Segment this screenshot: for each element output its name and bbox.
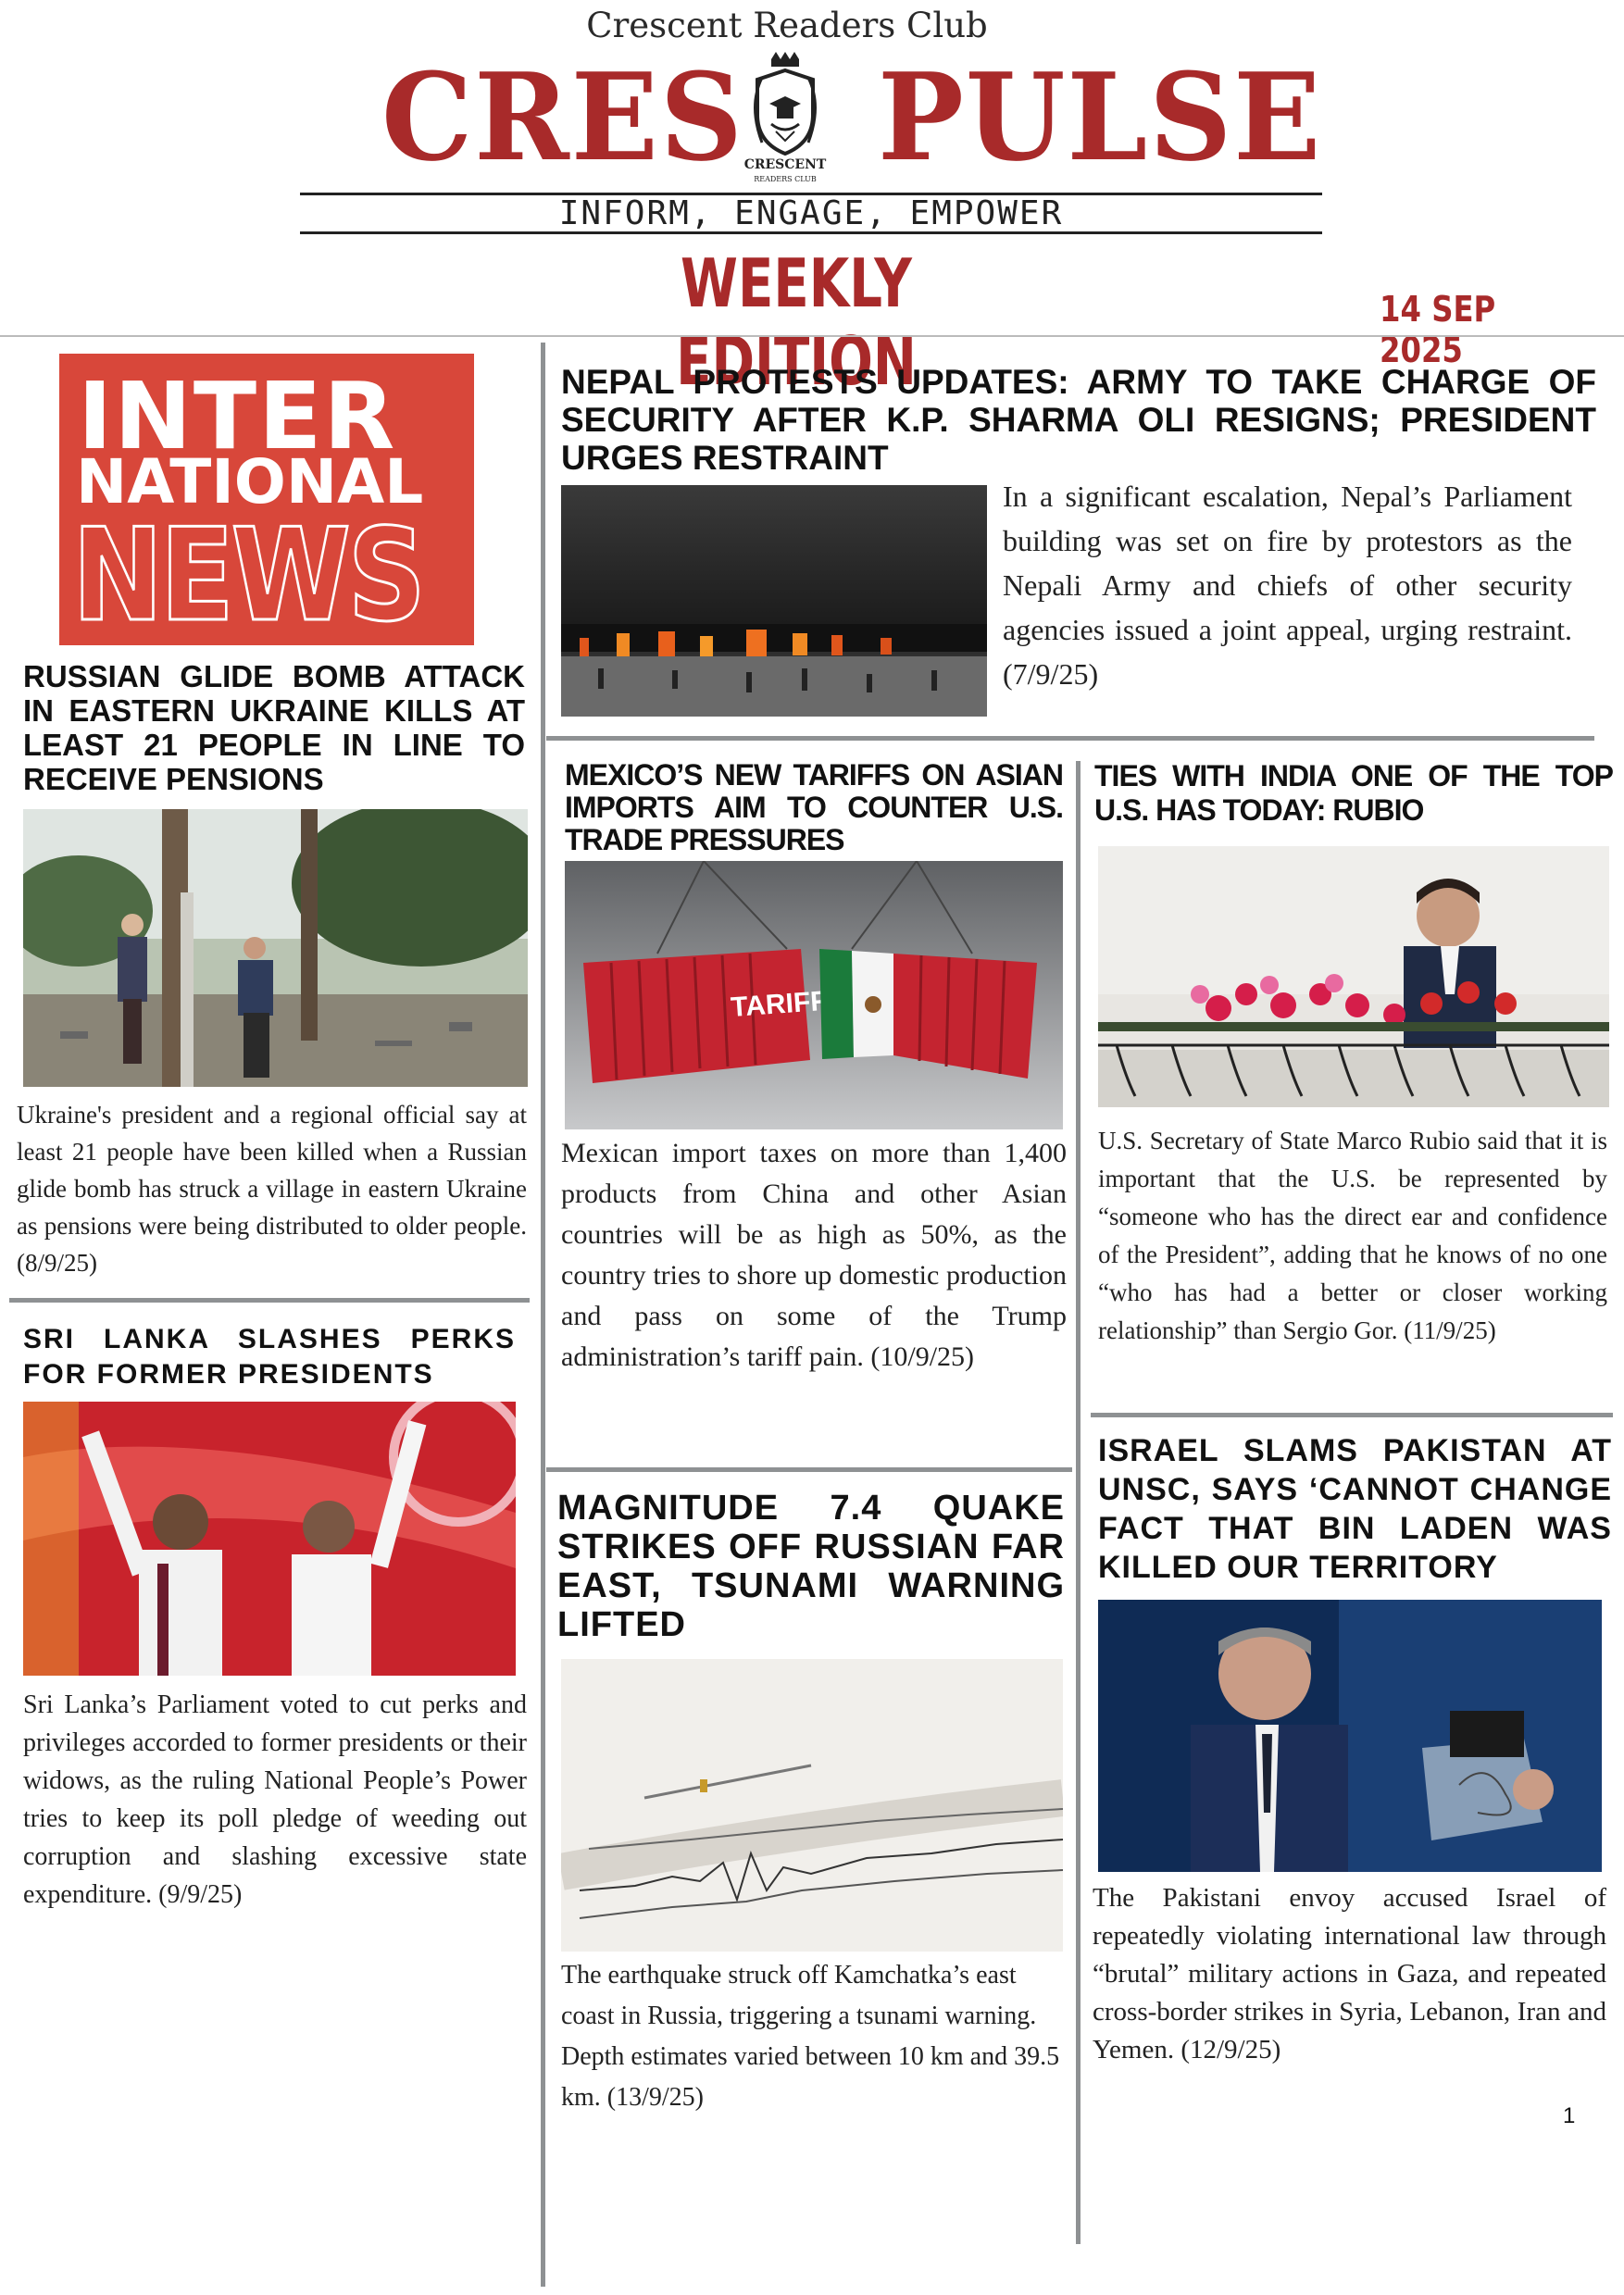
divider-below-ukraine	[9, 1298, 530, 1303]
ukraine-body: Ukraine's president and a regional offic…	[17, 1101, 527, 1277]
nepal-headline: NEPAL PROTESTS UPDATES: ARMY TO TAKE CHA…	[561, 363, 1596, 477]
india-headline: TIES WITH INDIA ONE OF THE TOP U.S. HAS …	[1094, 759, 1614, 827]
divider-below-india	[1091, 1413, 1613, 1417]
mexico-headline: MEXICO’S NEW TARIFFS ON ASIAN IMPORTS AI…	[565, 758, 1064, 856]
ukraine-headline: RUSSIAN GLIDE BOMB ATTACK IN EASTERN UKR…	[23, 659, 525, 796]
masthead-title-left: CRES	[381, 46, 744, 188]
divider-below-nepal	[546, 736, 1594, 741]
tagline: INFORM, ENGAGE, EMPOWER	[558, 194, 1064, 232]
crest-text-main: CRESCENT	[744, 157, 827, 172]
israel-body: The Pakistani envoy accused Israel of re…	[1093, 1883, 1606, 2064]
rubio-photo	[1098, 846, 1609, 1107]
header-divider	[0, 335, 1624, 337]
srilanka-presidents-photo	[23, 1402, 516, 1676]
mexico-body: Mexican import taxes on more than 1,400 …	[561, 1138, 1067, 1372]
israel-envoy-unsc-photo	[1098, 1600, 1602, 1872]
club-name: Crescent Readers Club	[586, 6, 988, 45]
quake-body: The earthquake struck off Kamchatka’s ea…	[561, 1961, 1060, 2112]
crest-text-sub: READERS CLUB	[754, 175, 817, 183]
column-divider-left	[541, 343, 545, 2287]
badge-line-3: NEWS	[71, 501, 428, 650]
page-number: 1	[1563, 2103, 1576, 2128]
nepal-parliament-fire-photo	[561, 485, 987, 717]
india-body: U.S. Secretary of State Marco Rubio said…	[1098, 1127, 1607, 1344]
seismograph-photo	[561, 1659, 1063, 1952]
club-crest-logo: CRESCENT READERS CLUB	[744, 52, 827, 183]
masthead-title-right: PULSE	[878, 46, 1323, 188]
section-badge-international-news: INTER NATIONAL NEWS	[59, 354, 474, 645]
masthead-rule-bottom	[300, 231, 1322, 234]
column-divider-right	[1076, 761, 1081, 2244]
quake-headline: MAGNITUDE 7.4 QUAKE STRIKES OFF RUSSIAN …	[557, 1489, 1065, 1644]
divider-below-mexico	[546, 1467, 1072, 1472]
issue-date: 14 SEP 2025	[1380, 289, 1496, 370]
srilanka-headline: SRI LANKA SLASHES PERKS FOR FORMER PRESI…	[23, 1324, 516, 1390]
israel-headline: ISRAEL SLAMS PAKISTAN AT UNSC, SAYS ‘CAN…	[1098, 1433, 1612, 1585]
srilanka-body: Sri Lanka’s Parliament voted to cut perk…	[23, 1690, 527, 1909]
ukraine-village-photo	[23, 809, 528, 1087]
nepal-body: In a significant escalation, Nepal’s Par…	[1003, 480, 1572, 691]
mexico-tariff-containers-image: TARIFF	[565, 861, 1063, 1129]
